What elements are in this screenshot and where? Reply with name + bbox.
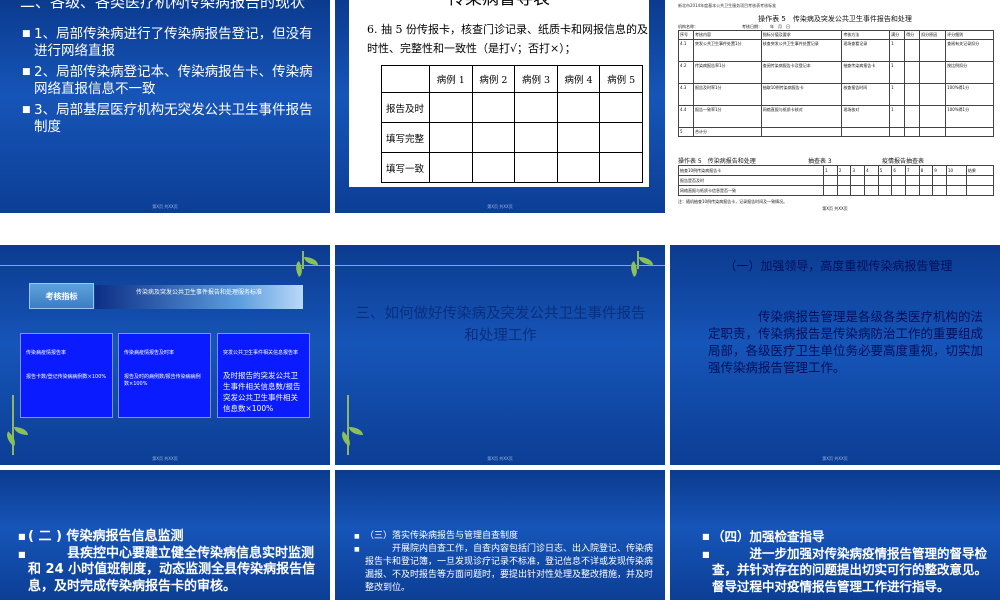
- list-item: ■ 2、局部传染病登记本、传染病报告卡、传染病网络直报信息不一致: [22, 64, 313, 97]
- slide-thumbnail-8[interactable]: ■ ■ （三）落实传染病报告与管理自查制度 开展院内自查工作，自查内容包括门诊日…: [335, 470, 665, 600]
- table-header-row: 病例 1 病例 2 病例 3 病例 4 病例 5: [381, 65, 643, 93]
- form-section-title: 操作表 5 传染病报告和处理: [678, 158, 756, 165]
- table-header-cell: 病例 3: [514, 65, 558, 93]
- body-paragraph: 进一步加强对传染病疫情报告管理的督导检查，并针对存在的问题提出切实可行的整改意见…: [712, 545, 988, 594]
- table-row: 4.3 报告及时率1分 抽取10例传染病报告卡 核查报告时间 1 100%得1分: [677, 83, 994, 106]
- indicator-box: 传染病疫情报告率 报告卡数/登记传染病病例数×100%: [20, 333, 113, 418]
- decorative-line: [0, 265, 330, 266]
- slide-thumbnail-9[interactable]: ■ ■ （四）加强检查指导 进一步加强对传染病疫情报告管理的督导检查，并针对存在…: [670, 470, 1000, 600]
- leaf-icon: [14, 427, 28, 435]
- assessment-table: 序号 考核内容 指标分值及要求 考核方法 满分 得分 扣分原因 评分细则 4.1 突发公共卫生事…: [677, 30, 994, 137]
- slide-thumbnail-1[interactable]: 二、各级、各类医疗机构传染病报告的现状 ■ 1、局部传染病进行了传染病报告登记，但…: [0, 0, 330, 213]
- square-bullet-icon: ■: [702, 550, 710, 559]
- vine-stem: [302, 251, 304, 269]
- page-footer: 第X页 共XX页: [822, 456, 848, 461]
- table-header-row: 序号 考核内容 指标分值及要求 考核方法 满分 得分 扣分原因 评分细则: [677, 30, 994, 40]
- sheet-title: 传染病督导表: [349, 0, 649, 9]
- square-bullet-icon: ■: [354, 546, 360, 553]
- table-header-cell: 病例 5: [599, 65, 643, 93]
- table-row: 网络直报与纸质卡信息是否一致: [677, 185, 995, 196]
- list-item: ■ 1、局部传染病进行了传染病报告登记，但没有进行网络直报: [22, 26, 313, 59]
- row-label: 填写一致: [381, 152, 430, 183]
- body-paragraph: 县疾控中心要建立健全传染病信息实时监测和 24 小时值班制度，动态监测全县传染病…: [28, 545, 316, 594]
- table-row: 4.4 报告一致率1分 网络直报与纸质卡核对 现场核对 1 100%得1分: [677, 105, 994, 128]
- square-bullet-icon: ■: [22, 67, 31, 77]
- table-row: 报告是否及时: [677, 175, 995, 186]
- page-footer: 第X页 共XX页: [487, 456, 513, 461]
- supervision-table: 病例 1 病例 2 病例 3 病例 4 病例 5 报告及时 填写完整 填写一致: [381, 65, 643, 183]
- page-footer: 第X页 共XX页: [822, 206, 848, 211]
- slide-body: （三）落实传染病报告与管理自查制度 开展院内自查工作，自查内容包括门诊日志、出入…: [365, 530, 655, 595]
- check-table-title: 抽查表 3: [808, 158, 832, 165]
- slide-thumbnail-5[interactable]: 三、如何做好传染病及突发公共卫生事件报告和处理工作 第X页 共XX页: [335, 245, 665, 465]
- check-table: 抽查10例传染病报告卡 1 2 3 4 5 6 7 8 9 10 结果 报告是否及时 网络直报与纸质卡…: [677, 165, 995, 196]
- vine-stem: [637, 251, 639, 269]
- page-footer: 第X页 共XX页: [487, 204, 513, 209]
- sheet-description: 6. 抽 5 份传报卡，核查门诊记录、纸质卡和网报信息的及时性、完整性和一致性（…: [367, 23, 648, 55]
- page-footer: 第X页 共XX页: [152, 456, 178, 461]
- square-bullet-icon: ■: [354, 533, 360, 540]
- table-row: 填写完整: [381, 122, 643, 153]
- body-paragraph: 开展院内自查工作，自查内容包括门诊日志、出入院登记、传染病报告卡和登记簿，一旦发…: [365, 544, 654, 593]
- decorative-line: [335, 265, 665, 266]
- section-heading: （四）加强检查指导: [712, 529, 825, 544]
- indicator-formula: 及时报告的突发公共卫生事件相关信息数/报告突发公共卫生事件相关信息数×100%: [223, 371, 301, 413]
- table-row: 4.2 传染病报告率1分 查阅传染病报告卡及登记本 抽查传染病报告卡 1 按比例扣分: [677, 61, 994, 84]
- slide-body: （四）加强检查指导 进一步加强对传染病疫情报告管理的督导检查，并针对存在的问题提…: [712, 529, 992, 595]
- leaf-icon: [338, 431, 354, 447]
- square-bullet-icon: ■: [22, 29, 31, 39]
- table-header-cell: [381, 65, 430, 93]
- form-note: 注：随机抽查10例传染病报告卡，记录报告时间及一致情况。: [678, 199, 788, 204]
- section-heading: （三）落实传染病报告与管理自查制度: [365, 531, 519, 541]
- leaf-icon: [349, 427, 363, 435]
- check-table-title: 疫情报告抽查表: [882, 158, 925, 165]
- square-bullet-icon: ■: [702, 532, 710, 541]
- bullet-list: ■ 1、局部传染病进行了传染病报告登记，但没有进行网络直报 ■ 2、局部传染病登记本…: [22, 26, 317, 140]
- slide-thumbnail-4[interactable]: 考核指标 传染病及突发公共卫生事件报告和处理服务标准 传染病疫情报告率 报告卡数…: [0, 245, 330, 465]
- leaf-icon: [639, 257, 653, 265]
- form-title: 操作表 5 传染病及突发公共卫生事件报告和处理: [758, 15, 912, 23]
- scanned-form: 新北市2014年度基本公共卫生服务项目考核表考核标准 操作表 5 传染病及突发公…: [670, 0, 1000, 213]
- table-header-cell: 病例 4: [556, 65, 601, 93]
- section-title: 三、如何做好传染病及突发公共卫生事件报告和处理工作: [355, 306, 646, 344]
- indicator-box: 传染病疫情报告及时率 报告及时的病例数/报告传染病病例数×100%: [118, 333, 211, 418]
- list-item: ■ 3、局部基层医疗机构无突发公共卫生事件报告制度: [22, 102, 313, 135]
- section-heading: （一）加强领导，高度重视传染病报告管理: [724, 259, 953, 273]
- page-footer: 第X页 共XX页: [152, 204, 178, 209]
- row-label: 填写完整: [381, 122, 430, 153]
- slide-thumbnail-6[interactable]: （一）加强领导，高度重视传染病报告管理 传染病报告管理是各级各类医疗机构的法定职…: [670, 245, 1000, 465]
- section-heading: ( 二 ) 传染病报告信息监测: [28, 529, 184, 544]
- table-header-cell: 病例 2: [471, 65, 516, 93]
- indicator-box: 突发公共卫生事件相关信息报告率 及时报告的突发公共卫生事件相关信息数/报告突发公…: [217, 333, 310, 418]
- document-sheet: 传染病督导表 6. 抽 5 份传报卡，核查门诊记录、纸质卡和网报信息的及时性、完…: [349, 0, 649, 187]
- indicator-title: 突发公共卫生事件相关信息报告率: [223, 350, 299, 356]
- slide-thumbnail-7[interactable]: ■ ■ ( 二 ) 传染病报告信息监测 县疾控中心要建立健全传染病信息实时监测和…: [0, 470, 330, 600]
- table-row: 5 合计分: [677, 127, 994, 137]
- table-row: 填写一致: [381, 152, 643, 183]
- table-header-cell: 病例 1: [429, 65, 473, 93]
- square-bullet-icon: ■: [18, 550, 26, 559]
- square-bullet-icon: ■: [22, 105, 31, 115]
- slide-title: 二、各级、各类医疗机构传染病报告的现状: [20, 0, 306, 11]
- indicator-formula: 报告卡数/登记传染病病例数×100%: [26, 374, 107, 380]
- leaf-icon: [3, 431, 19, 447]
- indicator-title: 传染病疫情报告及时率: [124, 350, 175, 356]
- body-paragraph: 传染病报告管理是各级各类医疗机构的法定职责，传染病报告是传染病防治工作的重要组成…: [708, 309, 984, 375]
- leaf-icon: [627, 260, 641, 278]
- form-header: 新北市2014年度基本公共卫生服务项目考核表考核标准: [678, 3, 777, 8]
- table-row: 报告及时: [381, 92, 643, 123]
- leaf-icon: [304, 257, 318, 265]
- row-label: 报告及时: [381, 92, 430, 123]
- slide-body: ( 二 ) 传染病报告信息监测 县疾控中心要建立健全传染病信息实时监测和 24 …: [28, 529, 318, 595]
- slide-thumbnail-3[interactable]: 新北市2014年度基本公共卫生服务项目考核表考核标准 操作表 5 传染病及突发公…: [670, 0, 1000, 213]
- leaf-icon: [292, 260, 306, 278]
- indicator-banner: 传染病及突发公共卫生事件报告和处理服务标准: [95, 285, 303, 309]
- indicator-formula: 报告及时的病例数/报告传染病病例数×100%: [124, 374, 201, 387]
- table-header-row: 抽查10例传染病报告卡 1 2 3 4 5 6 7 8 9 10 结果: [677, 165, 995, 176]
- indicator-tag: 考核指标: [29, 283, 94, 309]
- table-row: 4.1 突发公共卫生事件处置1分 核查突发公共卫生事件处置记录 现场查看记录 1 查阅有关…: [677, 39, 994, 62]
- slide-thumbnail-2[interactable]: 传染病督导表 6. 抽 5 份传报卡，核查门诊记录、纸质卡和网报信息的及时性、完…: [335, 0, 665, 213]
- square-bullet-icon: ■: [18, 532, 26, 541]
- indicator-title: 传染病疫情报告率: [26, 350, 67, 356]
